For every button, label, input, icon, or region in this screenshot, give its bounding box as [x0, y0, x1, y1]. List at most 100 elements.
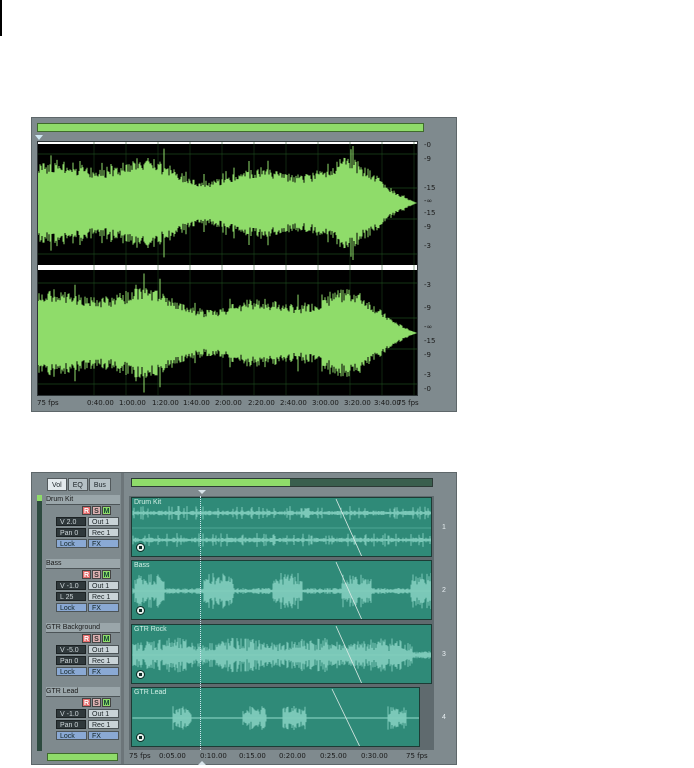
- waveform-editor: -0 -9 -15 -∞ -15 -9 -3 -3 -9 -∞ -15 -9 -…: [31, 117, 457, 412]
- tab-bus[interactable]: Bus: [88, 478, 111, 491]
- ruler-label: 1:20.00: [152, 399, 179, 407]
- lock-button[interactable]: Lock: [56, 539, 87, 548]
- pan-field[interactable]: Pan 0: [56, 656, 86, 665]
- ruler-label: 3:00.00: [312, 399, 339, 407]
- tab-vol[interactable]: Vol: [47, 478, 67, 491]
- multitrack-time-ruler[interactable]: 75 fps 0:05.00 0:10.00 0:15.00 0:20.00 0…: [129, 751, 434, 762]
- db-label: -3: [424, 242, 431, 250]
- track-control-panel: GTR Background R S M V -5.0 Out 1 Pan 0 …: [46, 623, 120, 685]
- solo-button[interactable]: S: [92, 698, 101, 707]
- tab-eq[interactable]: EQ: [67, 478, 88, 491]
- time-ruler[interactable]: 75 fps 0:40.00 1:00.00 1:20.00 1:40.00 2…: [37, 397, 419, 410]
- ruler-label: 0:40.00: [87, 399, 114, 407]
- volume-field[interactable]: V -1.0: [56, 581, 86, 590]
- clip-waveform: [132, 561, 431, 619]
- clip-lock-icon[interactable]: [136, 670, 145, 679]
- mute-button[interactable]: M: [102, 506, 111, 515]
- clip-title: Drum Kit: [134, 499, 162, 506]
- ruler-label: 0:15.00: [239, 752, 266, 760]
- record-arm-button[interactable]: R: [82, 570, 91, 579]
- panel-divider[interactable]: [121, 473, 124, 764]
- mute-button[interactable]: M: [102, 698, 111, 707]
- lock-button[interactable]: Lock: [56, 731, 87, 740]
- fx-button[interactable]: FX: [88, 731, 119, 740]
- audio-clip[interactable]: GTR Lead: [131, 687, 420, 747]
- solo-button[interactable]: S: [92, 506, 101, 515]
- multitrack-overview-bar[interactable]: [131, 478, 433, 487]
- db-label: -∞: [424, 323, 433, 331]
- output-button[interactable]: Out 1: [88, 517, 119, 526]
- clip-lock-icon[interactable]: [136, 733, 145, 742]
- scroll-nub[interactable]: [37, 495, 42, 501]
- record-input-button[interactable]: Rec 1: [88, 592, 119, 601]
- ruler-label: 75 fps: [397, 399, 419, 407]
- output-button[interactable]: Out 1: [88, 581, 119, 590]
- ruler-label: 0:30.00: [361, 752, 388, 760]
- solo-button[interactable]: S: [92, 570, 101, 579]
- ruler-label: 75 fps: [129, 752, 151, 760]
- ruler-label: 2:40.00: [280, 399, 307, 407]
- lock-button[interactable]: Lock: [56, 667, 87, 676]
- db-label: -9: [424, 223, 431, 231]
- record-arm-button[interactable]: R: [82, 698, 91, 707]
- output-button[interactable]: Out 1: [88, 645, 119, 654]
- ruler-label: 0:25.00: [320, 752, 347, 760]
- db-label: -9: [424, 304, 431, 312]
- track-name[interactable]: Bass: [46, 559, 120, 569]
- record-input-button[interactable]: Rec 1: [88, 720, 119, 729]
- waveform-overview-bar[interactable]: [37, 123, 424, 132]
- fx-button[interactable]: FX: [88, 603, 119, 612]
- track-name[interactable]: GTR Lead: [46, 687, 120, 697]
- record-input-button[interactable]: Rec 1: [88, 656, 119, 665]
- track-control-panel: Bass R S M V -1.0 Out 1 L 25 Rec 1 Lock …: [46, 559, 120, 621]
- mixer-tabs: Vol EQ Bus: [47, 478, 111, 491]
- overview-fill: [132, 479, 290, 486]
- volume-field[interactable]: V -1.0: [56, 709, 86, 718]
- ruler-label: 0:20.00: [279, 752, 306, 760]
- playback-cursor[interactable]: [200, 496, 201, 750]
- mute-button[interactable]: M: [102, 570, 111, 579]
- db-label: -15: [424, 337, 436, 345]
- zoom-handle-bottom-icon[interactable]: [198, 761, 206, 765]
- corner-mark: [0, 0, 2, 36]
- clip-lock-icon[interactable]: [136, 543, 145, 552]
- zoom-handle-icon[interactable]: [198, 490, 206, 494]
- track-number: 1: [442, 524, 446, 531]
- pan-field[interactable]: Pan 0: [56, 720, 86, 729]
- fx-button[interactable]: FX: [88, 539, 119, 548]
- fx-button[interactable]: FX: [88, 667, 119, 676]
- track-panel-scrollbar[interactable]: [47, 753, 118, 761]
- record-arm-button[interactable]: R: [82, 506, 91, 515]
- pan-field[interactable]: L 25: [56, 592, 86, 601]
- db-label: -15: [424, 209, 436, 217]
- track-control-panel: Drum Kit R S M V 2.0 Out 1 Pan 0 Rec 1 L…: [46, 495, 120, 557]
- track-lanes[interactable]: Drum Kit Bass GTR Rock GTR Lead: [129, 496, 434, 750]
- volume-field[interactable]: V 2.0: [56, 517, 86, 526]
- track-control-panel: GTR Lead R S M V -1.0 Out 1 Pan 0 Rec 1 …: [46, 687, 120, 749]
- clip-lock-icon[interactable]: [136, 606, 145, 615]
- db-label: -3: [424, 371, 431, 379]
- db-scale: -0 -9 -15 -∞ -15 -9 -3 -3 -9 -∞ -15 -9 -…: [420, 141, 452, 396]
- record-arm-button[interactable]: R: [82, 634, 91, 643]
- record-input-button[interactable]: Rec 1: [88, 528, 119, 537]
- track-name[interactable]: GTR Background: [46, 623, 120, 633]
- mute-button[interactable]: M: [102, 634, 111, 643]
- db-label: -9: [424, 351, 431, 359]
- ruler-label: 0:05.00: [159, 752, 186, 760]
- waveform-display[interactable]: [37, 141, 418, 396]
- clip-title: GTR Lead: [134, 689, 167, 696]
- volume-field[interactable]: V -5.0: [56, 645, 86, 654]
- db-label: -15: [424, 184, 436, 192]
- ruler-label: 75 fps: [406, 752, 428, 760]
- output-button[interactable]: Out 1: [88, 709, 119, 718]
- audio-clip[interactable]: Bass: [131, 560, 432, 620]
- pan-field[interactable]: Pan 0: [56, 528, 86, 537]
- audio-clip[interactable]: GTR Rock: [131, 624, 432, 684]
- lock-button[interactable]: Lock: [56, 603, 87, 612]
- audio-clip[interactable]: Drum Kit: [131, 497, 432, 557]
- track-name[interactable]: Drum Kit: [46, 495, 120, 505]
- solo-button[interactable]: S: [92, 634, 101, 643]
- zoom-handle-icon[interactable]: [35, 135, 43, 140]
- track-scroll-strip[interactable]: [37, 495, 42, 751]
- clip-waveform: [132, 688, 419, 746]
